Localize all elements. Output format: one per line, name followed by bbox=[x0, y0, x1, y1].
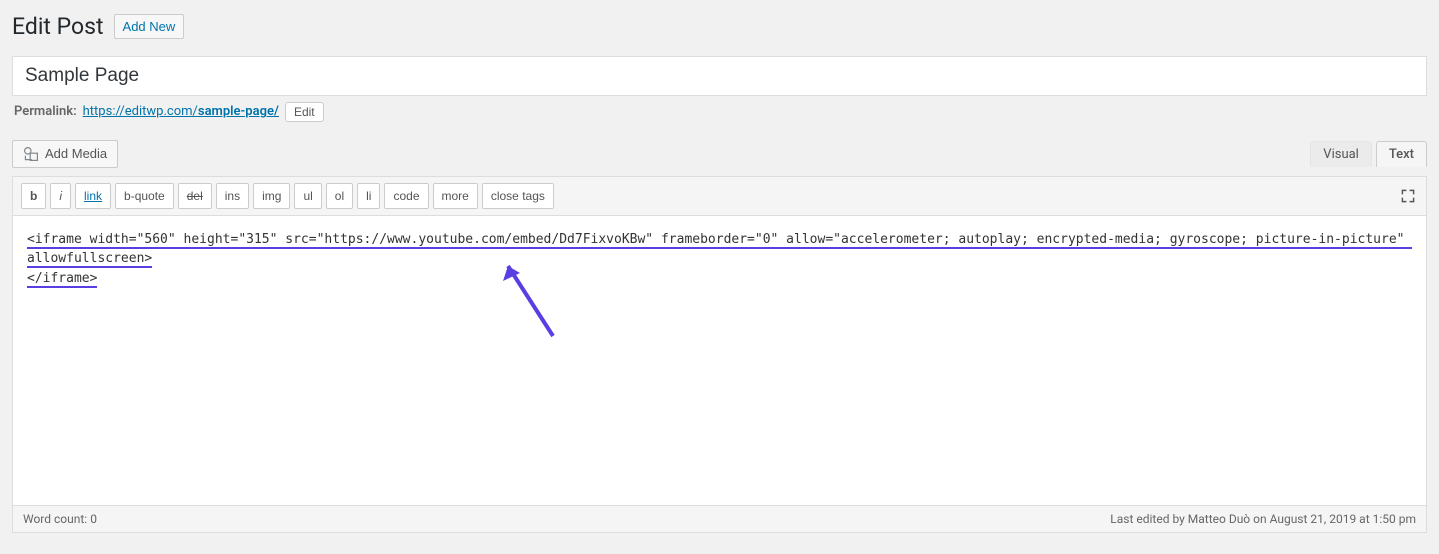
editor-textarea[interactable]: <iframe width="560" height="315" src="ht… bbox=[12, 216, 1427, 506]
post-title-input[interactable] bbox=[12, 56, 1427, 96]
editor-code-line1: <iframe width="560" height="315" src="ht… bbox=[27, 232, 1412, 269]
edit-slug-button[interactable]: Edit bbox=[285, 102, 324, 122]
word-count: Word count: 0 bbox=[23, 512, 97, 526]
editor-code-line2: </iframe> bbox=[27, 271, 97, 288]
qt-ins-button[interactable]: ins bbox=[216, 183, 249, 209]
word-count-label: Word count: bbox=[23, 512, 90, 526]
qt-link-button[interactable]: link bbox=[75, 183, 111, 209]
permalink-label: Permalink: bbox=[14, 104, 77, 119]
qt-li-button[interactable]: li bbox=[357, 183, 380, 209]
last-edited: Last edited by Matteo Duò on August 21, … bbox=[1110, 512, 1416, 526]
header-row: Edit Post Add New bbox=[12, 12, 1427, 42]
qt-img-button[interactable]: img bbox=[253, 183, 290, 209]
permalink-url-base: https://editwp.com/ bbox=[83, 104, 198, 119]
qt-ol-button[interactable]: ol bbox=[326, 183, 353, 209]
tab-visual[interactable]: Visual bbox=[1310, 141, 1372, 167]
qt-code-button[interactable]: code bbox=[384, 183, 428, 209]
qt-bquote-button[interactable]: b-quote bbox=[115, 183, 174, 209]
qt-more-button[interactable]: more bbox=[433, 183, 478, 209]
qt-del-button[interactable]: del bbox=[178, 183, 212, 209]
permalink-row: Permalink: https://editwp.com/sample-pag… bbox=[12, 102, 1427, 122]
quicktags-toolbar: b i link b-quote del ins img ul ol li co… bbox=[21, 183, 554, 209]
permalink-link[interactable]: https://editwp.com/sample-page/ bbox=[83, 104, 279, 119]
qt-bold-button[interactable]: b bbox=[21, 183, 46, 209]
add-new-button[interactable]: Add New bbox=[114, 14, 185, 39]
add-media-button[interactable]: Add Media bbox=[12, 140, 118, 168]
permalink-slug: sample-page/ bbox=[198, 104, 279, 119]
page-title: Edit Post bbox=[12, 12, 104, 42]
word-count-value: 0 bbox=[90, 512, 97, 526]
fullscreen-icon bbox=[1400, 188, 1416, 204]
status-bar: Word count: 0 Last edited by Matteo Duò … bbox=[12, 506, 1427, 533]
add-media-label: Add Media bbox=[45, 146, 107, 161]
qt-ul-button[interactable]: ul bbox=[294, 183, 321, 209]
media-icon bbox=[23, 146, 39, 162]
fullscreen-button[interactable] bbox=[1398, 186, 1418, 206]
editor-tabs: Visual Text bbox=[1310, 141, 1427, 167]
qt-italic-button[interactable]: i bbox=[50, 183, 71, 209]
annotation-arrow-icon bbox=[493, 256, 563, 346]
editor-toolbar: b i link b-quote del ins img ul ol li co… bbox=[12, 176, 1427, 216]
media-tabs-row: Add Media Visual Text bbox=[12, 140, 1427, 168]
editor-wrap: Add Media Visual Text b i link b-quote d… bbox=[12, 140, 1427, 533]
qt-close-tags-button[interactable]: close tags bbox=[482, 183, 554, 209]
tab-text[interactable]: Text bbox=[1376, 141, 1427, 167]
